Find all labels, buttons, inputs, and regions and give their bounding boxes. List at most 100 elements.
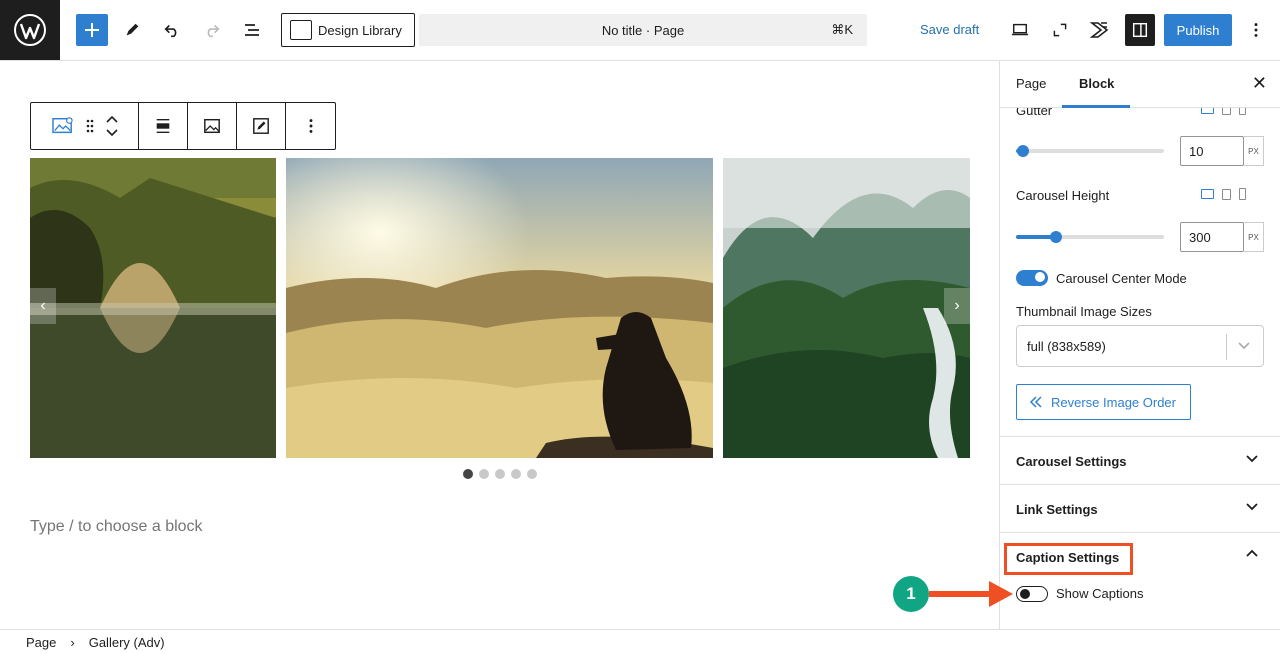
breadcrumb-item-gallery[interactable]: Gallery (Adv) <box>89 635 165 650</box>
sidebar-icon <box>1132 22 1148 38</box>
double-chevron-left-icon <box>1029 396 1042 408</box>
replace-media-button[interactable] <box>188 103 237 149</box>
link-settings-title: Link Settings <box>1016 502 1098 517</box>
move-up-down-icon[interactable] <box>105 114 119 138</box>
laptop-icon <box>1011 23 1029 36</box>
carousel-pagination <box>463 469 537 479</box>
carousel-dot[interactable] <box>527 469 537 479</box>
close-sidebar-icon[interactable]: ✕ <box>1252 73 1267 94</box>
caption-settings-title: Caption Settings <box>1016 550 1120 565</box>
carousel-dot[interactable] <box>495 469 505 479</box>
breadcrumb: Page › Gallery (Adv) <box>0 629 1280 654</box>
reverse-image-order-label: Reverse Image Order <box>1051 394 1176 410</box>
preview-button[interactable] <box>1004 14 1036 46</box>
thumbnail-sizes-select[interactable]: full (838x589) <box>1016 325 1264 367</box>
carousel-next-arrow[interactable]: › <box>944 288 970 324</box>
thumbnail-sizes-label: Thumbnail Image Sizes <box>1016 304 1152 319</box>
carousel-height-slider-thumb[interactable] <box>1050 231 1062 243</box>
block-options-button[interactable] <box>286 103 335 149</box>
caption-settings-panel[interactable]: Caption Settings <box>1000 532 1280 629</box>
carousel-dot[interactable] <box>511 469 521 479</box>
carousel-height-slider[interactable] <box>1016 231 1164 243</box>
design-library-button[interactable]: Design Library <box>281 13 415 47</box>
block-toolbar <box>30 102 336 150</box>
carousel-height-label: Carousel Height <box>1016 188 1110 203</box>
edit-gallery-button[interactable] <box>237 103 286 149</box>
kadence-icon <box>1089 22 1109 38</box>
save-draft-button[interactable]: Save draft <box>920 22 979 37</box>
command-palette-bar[interactable]: No title · Page ⌘K <box>419 14 867 46</box>
redo-button[interactable] <box>196 14 228 46</box>
wordpress-logo[interactable] <box>0 0 60 60</box>
settings-sidebar: Page Block ✕ Gutter 10 PX Carousel Heigh… <box>999 61 1280 629</box>
gallery-block-icon[interactable] <box>51 116 75 136</box>
carousel-prev-arrow[interactable]: ‹ <box>30 288 56 324</box>
design-library-icon <box>290 20 312 40</box>
gallery-image-photographer[interactable] <box>286 158 713 458</box>
pencil-icon <box>126 23 139 36</box>
gallery-image-mountains[interactable]: › <box>723 158 970 458</box>
document-title: No title · Page <box>601 22 685 38</box>
publish-button[interactable]: Publish <box>1164 14 1232 46</box>
options-menu-button[interactable] <box>1240 14 1272 46</box>
link-settings-panel[interactable]: Link Settings <box>1000 484 1280 532</box>
editor-top-bar: Design Library No title · Page ⌘K Save d… <box>0 0 1280 61</box>
expand-icon <box>1053 23 1067 37</box>
align-icon <box>156 118 170 134</box>
toggle-knob <box>1020 589 1030 599</box>
gutter-slider[interactable] <box>1016 145 1164 157</box>
breadcrumb-item-page[interactable]: Page <box>26 635 56 650</box>
document-overview-button[interactable] <box>236 14 268 46</box>
align-button[interactable] <box>139 103 188 149</box>
editor-canvas: ‹ › Type / to choose a block <box>0 61 999 629</box>
redo-icon <box>207 24 220 38</box>
tablet-icon[interactable] <box>1222 188 1231 200</box>
show-captions-toggle[interactable] <box>1016 586 1048 602</box>
reverse-image-order-button[interactable]: Reverse Image Order <box>1016 384 1191 420</box>
add-block-button[interactable] <box>76 14 108 46</box>
toggle-knob <box>1035 272 1045 282</box>
gutter-input[interactable]: 10 <box>1180 136 1244 166</box>
thumbnail-sizes-value: full (838x589) <box>1027 338 1106 354</box>
tab-block[interactable]: Block <box>1079 76 1114 91</box>
drag-handle-icon[interactable] <box>85 118 95 134</box>
mountain-river-image <box>723 158 970 458</box>
carousel-settings-panel[interactable]: Carousel Settings <box>1000 436 1280 484</box>
kadence-button[interactable] <box>1084 14 1116 46</box>
fullscreen-button[interactable] <box>1044 14 1076 46</box>
gallery-image-bridge[interactable]: ‹ <box>30 158 276 458</box>
gallery-carousel: ‹ › <box>30 158 970 458</box>
step-number-badge: 1 <box>893 576 929 612</box>
bridge-landscape-image <box>30 158 276 458</box>
chevron-up-icon <box>1246 549 1258 557</box>
chevron-down-icon <box>1238 342 1250 350</box>
tab-page[interactable]: Page <box>1016 76 1046 91</box>
center-mode-label: Carousel Center Mode <box>1056 271 1187 286</box>
mobile-icon[interactable] <box>1239 188 1246 200</box>
carousel-height-unit[interactable]: PX <box>1244 222 1264 252</box>
vertical-ellipsis-icon <box>1254 23 1258 37</box>
carousel-dot[interactable] <box>479 469 489 479</box>
settings-sidebar-toggle[interactable] <box>1125 14 1155 46</box>
command-shortcut: ⌘K <box>831 22 853 37</box>
carousel-height-input[interactable]: 300 <box>1180 222 1244 252</box>
edit-image-icon <box>253 118 269 134</box>
wordpress-icon <box>14 14 46 46</box>
block-appender-placeholder[interactable]: Type / to choose a block <box>30 518 203 536</box>
carousel-height-device-switcher <box>1201 188 1246 200</box>
gutter-unit[interactable]: PX <box>1244 136 1264 166</box>
undo-button[interactable] <box>156 14 188 46</box>
select-separator <box>1226 334 1227 360</box>
undo-icon <box>164 24 177 38</box>
block-switcher-group <box>31 103 139 149</box>
chevron-down-icon <box>1246 503 1258 511</box>
center-mode-toggle[interactable] <box>1016 270 1048 286</box>
carousel-dot[interactable] <box>463 469 473 479</box>
gutter-slider-thumb[interactable] <box>1017 145 1029 157</box>
active-tab-indicator <box>1062 105 1130 108</box>
list-view-icon <box>245 24 259 36</box>
sidebar-tabs: Page Block ✕ <box>1000 61 1280 108</box>
desktop-icon[interactable] <box>1201 189 1214 199</box>
photographer-sunrise-image <box>286 158 713 458</box>
tools-button[interactable] <box>116 14 148 46</box>
